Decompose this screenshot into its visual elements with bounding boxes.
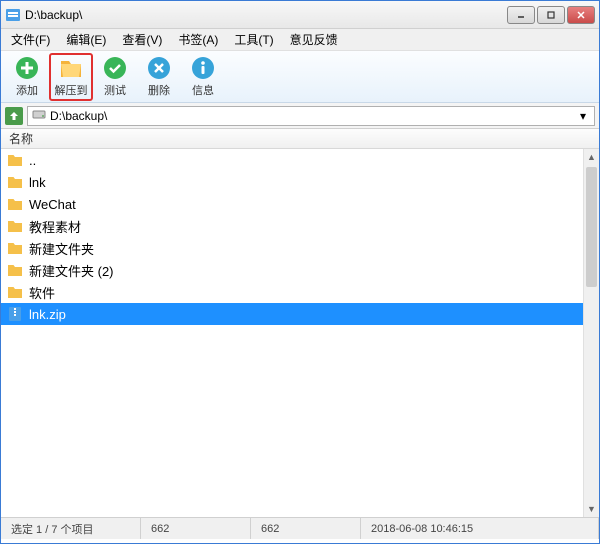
status-selection: 选定 1 / 7 个项目 — [1, 518, 141, 539]
tool-label: 解压到 — [55, 82, 88, 98]
scrollbar-thumb[interactable] — [586, 167, 597, 287]
folder-icon — [7, 240, 23, 256]
tool-label: 信息 — [192, 82, 214, 98]
tool-label: 添加 — [16, 82, 38, 98]
file-row[interactable]: lnk — [1, 171, 599, 193]
addressbar: D:\backup\ ▾ — [1, 103, 599, 129]
app-icon — [5, 7, 21, 23]
file-name: 新建文件夹 (2) — [29, 261, 114, 280]
file-row[interactable]: WeChat — [1, 193, 599, 215]
menu-item-1[interactable]: 编辑(E) — [60, 29, 112, 50]
maximize-button[interactable] — [537, 6, 565, 24]
info-icon — [190, 55, 216, 81]
menu-item-3[interactable]: 书签(A) — [172, 29, 224, 50]
folder-icon — [7, 262, 23, 278]
file-name: lnk.zip — [29, 307, 66, 322]
window-controls — [507, 6, 595, 24]
archive-icon — [7, 306, 23, 322]
menu-item-0[interactable]: 文件(F) — [5, 29, 56, 50]
parent-folder-row[interactable]: .. — [1, 149, 599, 171]
tool-label: 删除 — [148, 82, 170, 98]
add-icon — [14, 55, 40, 81]
file-row[interactable]: 教程素材 — [1, 215, 599, 237]
file-row[interactable]: 新建文件夹 (2) — [1, 259, 599, 281]
tool-delete-button[interactable]: 删除 — [137, 53, 181, 101]
address-field[interactable]: D:\backup\ ▾ — [27, 106, 595, 126]
status-datetime: 2018-06-08 10:46:15 — [361, 518, 599, 539]
address-text: D:\backup\ — [50, 109, 572, 123]
titlebar: D:\backup\ — [1, 1, 599, 29]
tool-label: 测试 — [104, 82, 126, 98]
column-name[interactable]: 名称 — [9, 130, 33, 147]
file-row[interactable]: 软件 — [1, 281, 599, 303]
folder-icon — [7, 196, 23, 212]
file-row[interactable]: 新建文件夹 — [1, 237, 599, 259]
tool-add-button[interactable]: 添加 — [5, 53, 49, 101]
folder-icon — [7, 218, 23, 234]
address-dropdown-icon[interactable]: ▾ — [576, 109, 590, 123]
scroll-down-icon[interactable]: ▼ — [584, 501, 599, 517]
tool-info-button[interactable]: 信息 — [181, 53, 225, 101]
column-header: 名称 — [1, 129, 599, 149]
menu-item-4[interactable]: 工具(T) — [228, 29, 279, 50]
file-name: WeChat — [29, 197, 76, 212]
file-name: lnk — [29, 175, 46, 190]
file-name: 新建文件夹 — [29, 239, 94, 258]
folder-icon — [7, 174, 23, 190]
test-icon — [102, 55, 128, 81]
drive-icon — [32, 107, 46, 124]
menu-item-5[interactable]: 意见反馈 — [284, 29, 344, 50]
tool-extract-button[interactable]: 解压到 — [49, 53, 93, 101]
extract-icon — [58, 55, 84, 81]
folder-icon — [7, 284, 23, 300]
tool-test-button[interactable]: 测试 — [93, 53, 137, 101]
file-name: 软件 — [29, 283, 55, 302]
file-name: 教程素材 — [29, 217, 81, 236]
file-row[interactable]: lnk.zip — [1, 303, 599, 325]
menubar: 文件(F)编辑(E)查看(V)书签(A)工具(T)意见反馈 — [1, 29, 599, 51]
toolbar: 添加 解压到测试 删除 信息 — [1, 51, 599, 103]
statusbar: 选定 1 / 7 个项目 662 662 2018-06-08 10:46:15 — [1, 517, 599, 539]
minimize-button[interactable] — [507, 6, 535, 24]
file-name: .. — [29, 153, 36, 168]
scrollbar-vertical[interactable]: ▲ ▼ — [583, 149, 599, 517]
scroll-up-icon[interactable]: ▲ — [584, 149, 599, 165]
window-title: D:\backup\ — [25, 8, 507, 22]
delete-icon — [146, 55, 172, 81]
up-button[interactable] — [5, 107, 23, 125]
folder-icon — [7, 152, 23, 168]
file-list: .. lnk WeChat 教程素材新建文件夹新建文件夹 (2) 软件 lnk.zip ▲… — [1, 149, 599, 517]
close-button[interactable] — [567, 6, 595, 24]
status-size2: 662 — [251, 518, 361, 539]
menu-item-2[interactable]: 查看(V) — [116, 29, 168, 50]
status-size1: 662 — [141, 518, 251, 539]
